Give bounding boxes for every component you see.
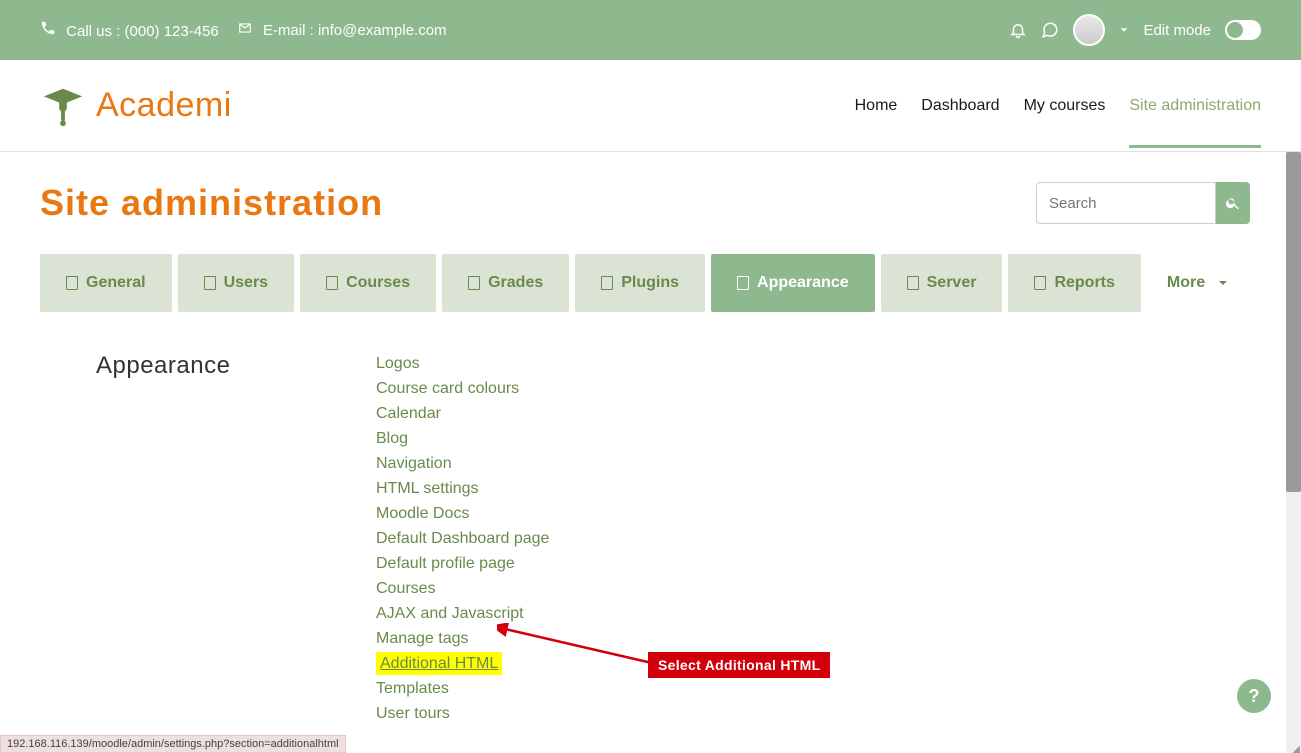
appearance-section: Appearance LogosCourse card coloursCalen… [40, 352, 1250, 725]
chevron-down-icon[interactable] [1119, 25, 1129, 35]
doc-icon [737, 276, 749, 290]
annotation-label: Select Additional HTML [648, 652, 830, 678]
tab-server[interactable]: Server [881, 254, 1003, 312]
page-title: Site administration [40, 182, 383, 224]
email-info: E-mail : info@example.com [237, 21, 447, 39]
appearance-link-navigation[interactable]: Navigation [376, 452, 549, 475]
appearance-link-templates[interactable]: Templates [376, 677, 549, 700]
topbar: Call us : (000) 123-456 E-mail : info@ex… [0, 0, 1301, 60]
edit-mode-toggle[interactable] [1225, 20, 1261, 40]
appearance-link-manage-tags[interactable]: Manage tags [376, 627, 549, 650]
appearance-link-user-tours[interactable]: User tours [376, 702, 549, 725]
avatar[interactable] [1073, 14, 1105, 46]
nav-home[interactable]: Home [855, 63, 898, 148]
speech-bubble-icon[interactable] [1041, 21, 1059, 39]
doc-icon [66, 276, 78, 290]
logo-text: Academi [96, 86, 232, 125]
doc-icon [326, 276, 338, 290]
appearance-link-logos[interactable]: Logos [376, 352, 549, 375]
section-title: Appearance [96, 352, 376, 725]
main-nav: Home Dashboard My courses Site administr… [855, 63, 1261, 148]
search-button[interactable] [1216, 182, 1250, 224]
tab-general[interactable]: General [40, 254, 172, 312]
doc-icon [204, 276, 216, 290]
help-button[interactable]: ? [1237, 679, 1271, 713]
nav-my-courses[interactable]: My courses [1024, 63, 1106, 148]
appearance-link-additional-html[interactable]: Additional HTML [376, 652, 502, 675]
search [1036, 182, 1250, 224]
appearance-links: LogosCourse card coloursCalendarBlogNavi… [376, 352, 549, 725]
doc-icon [907, 276, 919, 290]
phone-text: Call us : (000) 123-456 [66, 23, 219, 40]
nav-dashboard[interactable]: Dashboard [921, 63, 999, 148]
status-bar: 192.168.116.139/moodle/admin/settings.ph… [0, 735, 346, 753]
appearance-link-default-dashboard-page[interactable]: Default Dashboard page [376, 527, 549, 550]
tab-appearance[interactable]: Appearance [711, 254, 875, 312]
topbar-right: Edit mode [1009, 14, 1261, 46]
logo[interactable]: Academi [40, 83, 232, 129]
header: Academi Home Dashboard My courses Site a… [0, 60, 1301, 152]
tab-more[interactable]: More [1147, 254, 1249, 312]
envelope-icon [237, 21, 253, 35]
graduation-cap-icon [40, 83, 86, 129]
admin-tabs: General Users Courses Grades Plugins App… [40, 254, 1250, 312]
search-input[interactable] [1036, 182, 1216, 224]
scrollbar-thumb[interactable] [1286, 152, 1301, 492]
nav-site-administration[interactable]: Site administration [1129, 63, 1261, 148]
doc-icon [1034, 276, 1046, 290]
phone-info: Call us : (000) 123-456 [40, 20, 219, 40]
appearance-link-default-profile-page[interactable]: Default profile page [376, 552, 549, 575]
phone-icon [40, 20, 56, 36]
tab-courses[interactable]: Courses [300, 254, 436, 312]
resize-corner [1286, 738, 1301, 753]
appearance-link-course-card-colours[interactable]: Course card colours [376, 377, 549, 400]
chevron-down-icon [1217, 277, 1229, 289]
appearance-link-html-settings[interactable]: HTML settings [376, 477, 549, 500]
title-row: Site administration [40, 182, 1250, 224]
topbar-contact: Call us : (000) 123-456 E-mail : info@ex… [40, 20, 447, 40]
appearance-link-moodle-docs[interactable]: Moodle Docs [376, 502, 549, 525]
tab-reports[interactable]: Reports [1008, 254, 1140, 312]
appearance-link-blog[interactable]: Blog [376, 427, 549, 450]
doc-icon [601, 276, 613, 290]
edit-mode-label: Edit mode [1143, 22, 1211, 39]
bell-icon[interactable] [1009, 21, 1027, 39]
appearance-link-courses[interactable]: Courses [376, 577, 549, 600]
tab-plugins[interactable]: Plugins [575, 254, 705, 312]
doc-icon [468, 276, 480, 290]
content: Site administration General Users Course… [0, 152, 1290, 725]
appearance-link-ajax-and-javascript[interactable]: AJAX and Javascript [376, 602, 549, 625]
tab-grades[interactable]: Grades [442, 254, 569, 312]
email-text: E-mail : info@example.com [263, 22, 447, 39]
search-icon [1225, 195, 1241, 211]
appearance-link-calendar[interactable]: Calendar [376, 402, 549, 425]
tab-users[interactable]: Users [178, 254, 294, 312]
